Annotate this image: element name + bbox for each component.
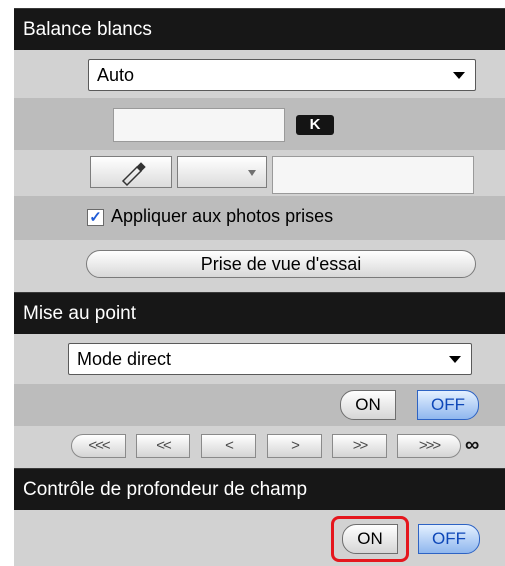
remote-shooting-panel: Balance blancs Auto K ✓ Appliquer aux ph…	[14, 8, 505, 566]
depth-of-field-toggle-row: ON OFF	[14, 510, 505, 566]
white-balance-mode-row: Auto	[14, 50, 505, 98]
focus-step-far-small-button[interactable]: >	[267, 434, 322, 458]
white-balance-custom-field[interactable]	[272, 156, 474, 194]
white-balance-dropdown-value: Auto	[97, 65, 135, 85]
color-temperature-field[interactable]	[113, 108, 285, 142]
focus-step-near-small-button[interactable]: <	[201, 434, 256, 458]
focus-step-row: <<< << < > >> >>> ∞	[14, 426, 505, 468]
depth-of-field-header[interactable]: Contrôle de profondeur de champ	[14, 468, 505, 510]
focus-mode-dropdown-value: Mode direct	[77, 349, 172, 369]
focus-off-toggle[interactable]: OFF	[417, 390, 479, 420]
focus-step-far-large-button[interactable]: >>>	[397, 434, 461, 458]
color-temperature-row: K	[14, 98, 505, 150]
infinity-icon: ∞	[465, 434, 480, 456]
test-shot-row: Prise de vue d'essai	[14, 240, 505, 292]
focus-step-near-large-button[interactable]: <<<	[71, 434, 126, 458]
white-balance-tools-row	[14, 150, 505, 196]
focus-toggle-row: ON OFF	[14, 384, 505, 426]
focus-header[interactable]: Mise au point	[14, 292, 505, 334]
focus-step-far-medium-button[interactable]: >>	[332, 434, 387, 458]
white-balance-dropdown[interactable]: Auto	[88, 59, 476, 91]
focus-on-toggle[interactable]: ON	[340, 390, 396, 420]
callout-highlight-box	[331, 516, 409, 562]
depth-of-field-off-toggle[interactable]: OFF	[418, 524, 480, 554]
focus-mode-row: Mode direct	[14, 334, 505, 384]
focus-mode-dropdown[interactable]: Mode direct	[68, 343, 472, 375]
white-balance-header[interactable]: Balance blancs	[14, 8, 505, 50]
chevron-down-icon	[449, 356, 461, 363]
apply-to-shots-checkbox[interactable]: ✓	[87, 209, 104, 226]
eyedropper-button[interactable]	[90, 156, 172, 188]
apply-to-shots-label: Appliquer aux photos prises	[111, 206, 334, 226]
chevron-down-icon	[453, 72, 465, 79]
eyedropper-icon	[121, 162, 146, 187]
test-shot-button[interactable]: Prise de vue d'essai	[86, 250, 476, 278]
focus-step-near-medium-button[interactable]: <<	[136, 434, 190, 458]
kelvin-badge: K	[296, 115, 334, 135]
apply-row: ✓ Appliquer aux photos prises	[14, 196, 505, 240]
chevron-down-icon	[248, 170, 256, 176]
white-balance-preset-dropdown[interactable]	[177, 156, 267, 188]
